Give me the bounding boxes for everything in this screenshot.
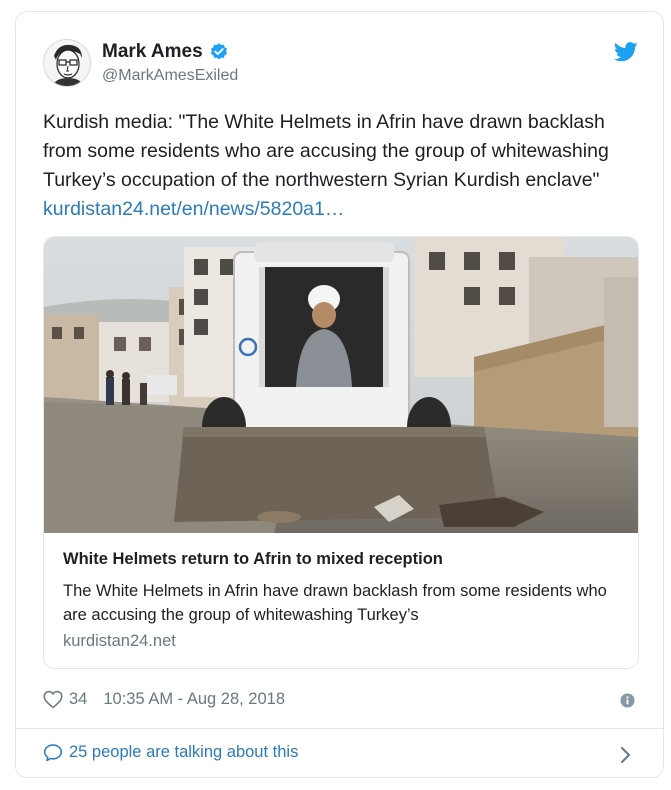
link-domain: kurdistan24.net <box>63 632 176 650</box>
link-preview-card[interactable]: White Helmets return to Afrin to mixed r… <box>43 236 639 669</box>
avatar[interactable] <box>43 39 91 87</box>
author-name-row[interactable]: Mark Ames <box>102 41 229 63</box>
author-name[interactable]: Mark Ames <box>102 41 203 63</box>
like-count[interactable]: 34 <box>69 690 87 709</box>
tweet-meta: 34 10:35 AM - Aug 28, 2018 <box>43 690 285 709</box>
link-title[interactable]: White Helmets return to Afrin to mixed r… <box>63 550 443 569</box>
author-handle[interactable]: @MarkAmesExiled <box>102 67 238 85</box>
tweet-link[interactable]: kurdistan24.net/en/news/5820a1… <box>43 198 344 220</box>
verified-badge-icon <box>210 43 227 60</box>
tweet-card: Mark Ames @MarkAmesExiled Kurdish media:… <box>15 11 664 778</box>
timestamp[interactable]: 10:35 AM - Aug 28, 2018 <box>103 690 285 709</box>
heart-icon[interactable] <box>43 690 63 709</box>
tweet-text: Kurdish media: "The White Helmets in Afr… <box>43 108 633 224</box>
conversation-link[interactable]: 25 people are talking about this <box>43 743 298 762</box>
link-preview-image[interactable] <box>44 237 638 533</box>
conversation-label[interactable]: 25 people are talking about this <box>69 743 298 762</box>
divider <box>16 728 663 729</box>
speech-bubble-icon <box>43 744 63 762</box>
info-icon[interactable] <box>620 693 635 708</box>
avatar-portrait-icon <box>44 40 90 86</box>
tweet-body: Kurdish media: "The White Helmets in Afr… <box>43 111 609 191</box>
link-description: The White Helmets in Afrin have drawn ba… <box>63 582 607 624</box>
chevron-right-icon[interactable] <box>620 746 632 764</box>
twitter-bird-icon[interactable] <box>614 42 638 62</box>
